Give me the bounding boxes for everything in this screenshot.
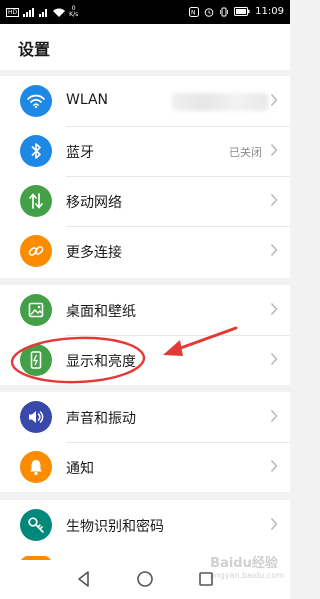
sound-icon (20, 401, 52, 433)
watermark-text: Baidu经验 (210, 556, 278, 571)
page-header: 设置 (0, 24, 290, 70)
mobile-network-icon (20, 185, 52, 217)
clock-time: 11:09 (255, 6, 284, 17)
watermark: Baidu经验 jingyan.baidu.com (210, 552, 284, 580)
signal-icon (23, 7, 35, 17)
notification-bell-icon (20, 451, 52, 483)
settings-item-label: 桌面和壁纸 (66, 304, 136, 320)
chevron-right-icon (270, 144, 278, 156)
vibrate-icon (220, 7, 229, 16)
settings-item-label: 声音和振动 (66, 411, 136, 427)
chevron-right-icon (270, 244, 278, 256)
settings-group-security: 生物识别和密码 (0, 500, 290, 564)
chevron-right-icon (270, 410, 278, 422)
bluetooth-status: 已关闭 (229, 146, 262, 159)
chevron-right-icon (270, 353, 278, 365)
svg-text:N: N (191, 9, 196, 16)
settings-item-mobile-network[interactable]: 移动网络 (0, 176, 290, 226)
settings-item-biometrics-password[interactable]: 生物识别和密码 (0, 500, 290, 550)
status-bar: HD 0 K/s N 11:09 (0, 0, 290, 24)
network-speed: 0 K/s (69, 6, 78, 18)
settings-item-sound-vibration[interactable]: 声音和振动 (0, 392, 290, 442)
settings-item-label: 蓝牙 (66, 145, 94, 161)
settings-item-label: 通知 (66, 461, 94, 477)
bluetooth-icon (20, 135, 52, 167)
settings-item-label: 移动网络 (66, 195, 122, 211)
chevron-right-icon (270, 303, 278, 315)
settings-item-wallpaper[interactable]: 桌面和壁纸 (0, 285, 290, 335)
page-title: 设置 (18, 40, 51, 59)
wallpaper-icon (20, 294, 52, 326)
redacted-wifi-name (172, 93, 268, 111)
alarm-icon (204, 7, 214, 17)
display-icon (20, 344, 52, 376)
wifi-status-icon (53, 8, 66, 17)
settings-item-bluetooth[interactable]: 蓝牙 已关闭 (0, 126, 290, 176)
settings-item-notifications[interactable]: 通知 (0, 442, 290, 492)
back-icon[interactable] (74, 569, 94, 589)
battery-icon (234, 7, 250, 16)
chevron-right-icon (270, 460, 278, 472)
chevron-right-icon (270, 94, 278, 106)
settings-group-display: 桌面和壁纸 显示和亮度 (0, 285, 290, 385)
settings-item-label: WLAN (66, 92, 109, 108)
signal-icon-2 (39, 8, 48, 17)
speed-unit: K/s (69, 11, 79, 18)
settings-item-display-brightness[interactable]: 显示和亮度 (0, 335, 290, 385)
settings-item-label: 更多连接 (66, 245, 122, 261)
chevron-right-icon (270, 194, 278, 206)
settings-item-more-connections[interactable]: 更多连接 (0, 226, 290, 276)
settings-item-label: 生物识别和密码 (66, 519, 164, 535)
wifi-icon (20, 85, 52, 117)
link-icon (20, 235, 52, 267)
sim-label: HD (6, 7, 20, 17)
home-icon[interactable] (135, 569, 155, 589)
key-icon (20, 509, 52, 541)
chevron-right-icon (270, 518, 278, 530)
settings-item-label: 显示和亮度 (66, 354, 136, 370)
watermark-subtext: jingyan.baidu.com (210, 571, 284, 580)
settings-group-sound: 声音和振动 通知 (0, 392, 290, 492)
nfc-icon: N (189, 6, 200, 17)
